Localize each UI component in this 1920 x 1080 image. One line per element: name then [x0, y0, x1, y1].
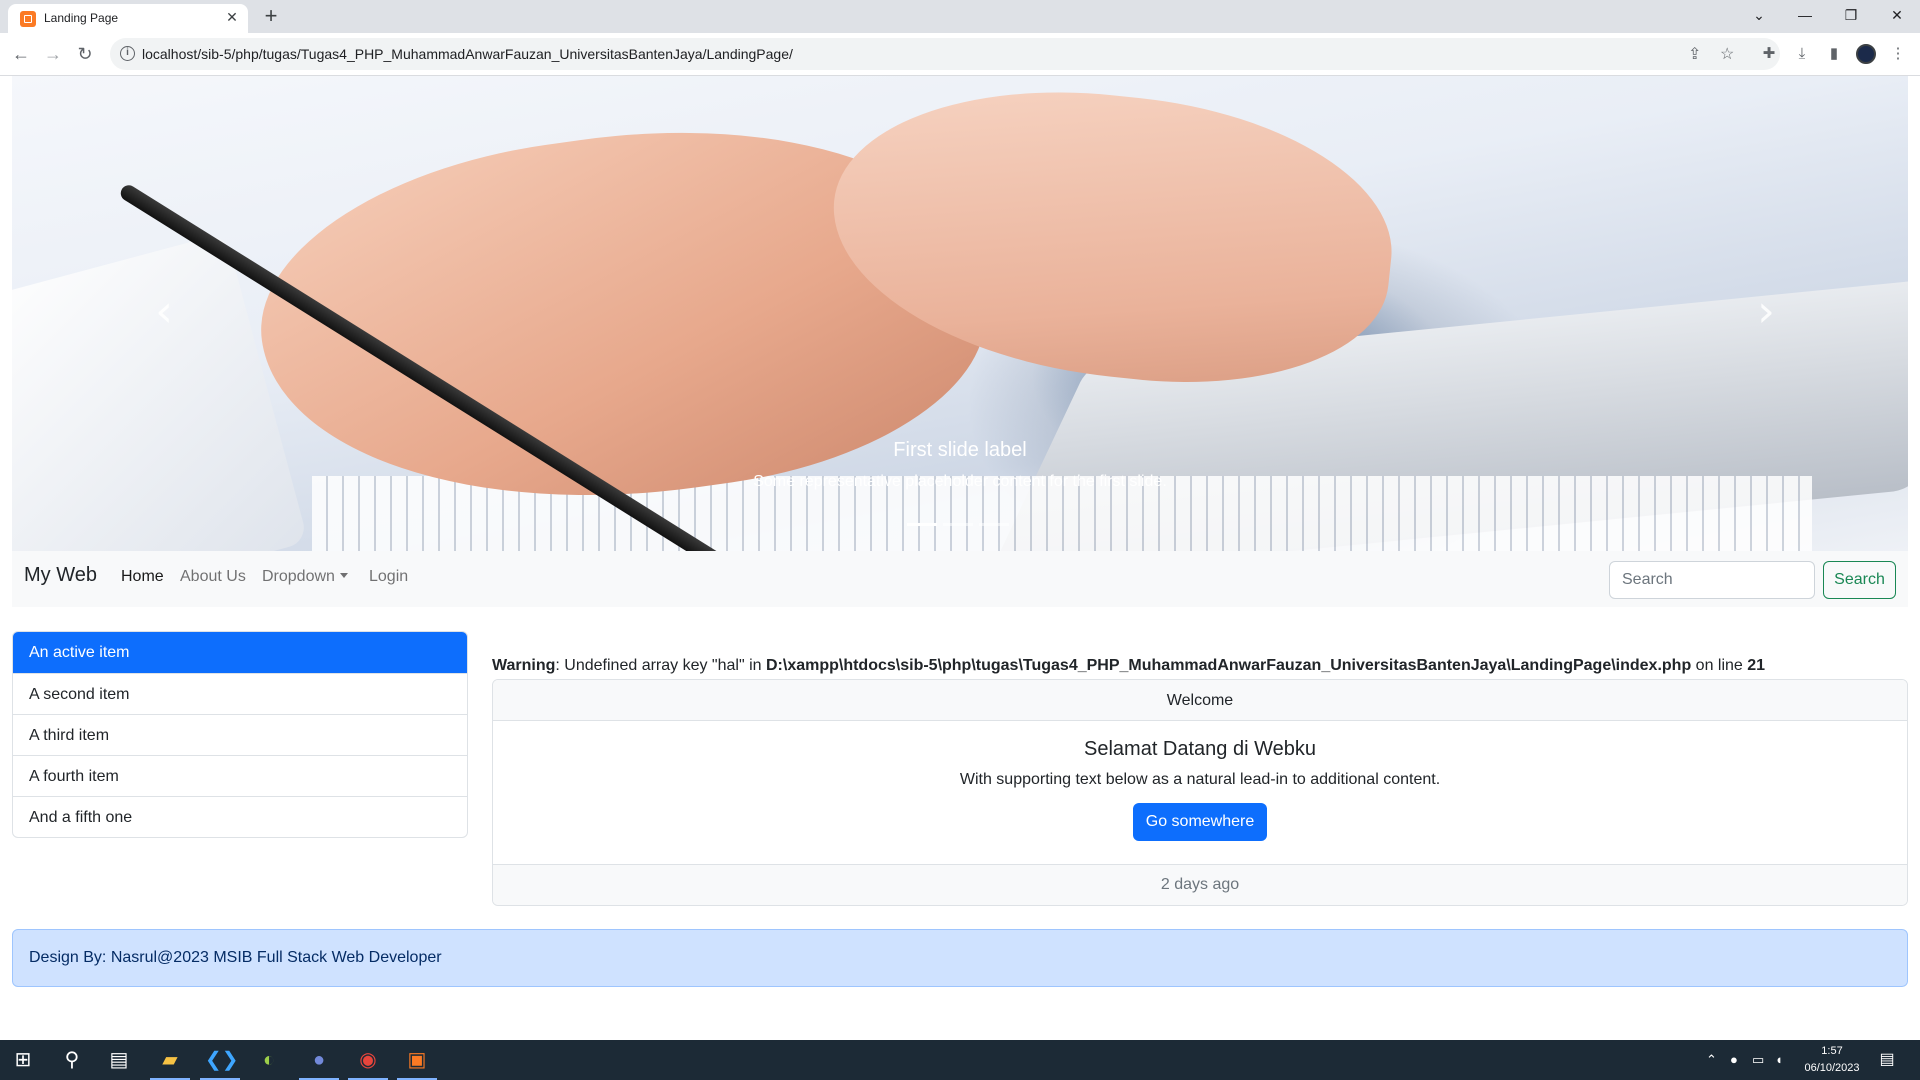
warning-line-number: 21	[1747, 657, 1766, 674]
volume-icon[interactable]: ◖	[1775, 1052, 1783, 1067]
nav-dropdown-toggle[interactable]: Dropdown	[262, 568, 348, 586]
card-header: Welcome	[493, 680, 1907, 721]
list-item[interactable]: A second item	[13, 673, 467, 714]
browser-toolbar: ← → ↻ i localhost/sib-5/php/tugas/Tugas4…	[0, 33, 1920, 76]
download-icon[interactable]: ⤓	[1791, 43, 1813, 65]
carousel-caption-text: Some representative placeholder content …	[753, 473, 1167, 490]
microphone-icon[interactable]: ●	[1730, 1052, 1738, 1067]
nav-link-about-us[interactable]: About Us	[180, 568, 246, 586]
url-text[interactable]: localhost/sib-5/php/tugas/Tugas4_PHP_Muh…	[142, 46, 793, 62]
system-clock[interactable]: 1:57 06/10/2023	[1800, 1043, 1864, 1077]
chrome-icon[interactable]: ◉	[353, 1046, 383, 1074]
restore-icon[interactable]: ❐	[1828, 0, 1874, 33]
hero-carousel: ‹ › First slide label Some representativ…	[12, 76, 1908, 551]
reload-icon[interactable]: ↻	[72, 41, 98, 67]
nav-link-home[interactable]: Home	[121, 568, 164, 586]
xampp-favicon-icon	[20, 11, 36, 27]
search-input[interactable]	[1609, 561, 1815, 599]
carousel-indicators	[907, 523, 1017, 526]
site-info-icon[interactable]: i	[120, 46, 135, 61]
address-bar[interactable]: i localhost/sib-5/php/tugas/Tugas4_PHP_M…	[110, 38, 1780, 70]
new-tab-button[interactable]: +	[258, 3, 284, 29]
forward-icon[interactable]: →	[40, 41, 66, 67]
carousel-indicator[interactable]	[943, 523, 973, 526]
carousel-prev-icon[interactable]: ‹	[144, 290, 184, 334]
notification-icon[interactable]: ▤	[1872, 1046, 1902, 1074]
card-title: Selamat Datang di Webku	[1084, 738, 1316, 760]
warning-file-path: D:\xampp\htdocs\sib-5\php\tugas\Tugas4_P…	[765, 657, 1692, 674]
tray-chevron-up-icon[interactable]: ⌃	[1706, 1052, 1717, 1068]
go-somewhere-button[interactable]: Go somewhere	[1132, 803, 1268, 841]
menu-kebab-icon[interactable]: ⋮	[1887, 43, 1909, 65]
warning-label: Warning	[492, 657, 556, 674]
xampp-icon[interactable]: ▣	[402, 1046, 432, 1074]
browser-tab[interactable]: Landing Page ✕	[8, 4, 248, 33]
bookmark-star-icon[interactable]: ☆	[1720, 44, 1734, 64]
card-text: With supporting text below as a natural …	[959, 771, 1441, 788]
card-footer: 2 days ago	[493, 864, 1907, 905]
windows-taskbar: ⊞ ⚲ ▤ ▰ ❮❯ ◐ ● ◉ ▣ ⌃ ● ▭ ◖ 1:57 06/10/20…	[0, 1040, 1920, 1080]
php-warning: Warning: Undefined array key "hal" in D:…	[492, 657, 1765, 675]
carousel-indicator[interactable]	[907, 523, 937, 526]
navbar-brand[interactable]: My Web	[24, 564, 97, 587]
warning-on-line: on line	[1691, 657, 1748, 674]
carousel-indicator[interactable]	[979, 523, 1009, 526]
site-navbar: My Web Home About Us Dropdown Login Sear…	[12, 551, 1908, 607]
warning-message: : Undefined array key "hal" in	[555, 657, 766, 674]
page-viewport: ‹ › First slide label Some representativ…	[0, 76, 1920, 1040]
welcome-card: Welcome Selamat Datang di Webku With sup…	[492, 679, 1908, 906]
share-icon[interactable]: ⇪	[1688, 44, 1701, 64]
footer-credit: Design By: Nasrul@2023 MSIB Full Stack W…	[12, 929, 1908, 987]
browser-tabstrip: Landing Page ✕ + ⌄ — ❐ ✕	[0, 0, 1920, 33]
back-icon[interactable]: ←	[8, 41, 34, 67]
carousel-caption-title: First slide label	[893, 439, 1027, 461]
tab-search-icon[interactable]: ⌄	[1736, 0, 1782, 33]
list-item[interactable]: A third item	[13, 714, 467, 755]
windows-start-icon[interactable]: ⊞	[8, 1046, 38, 1074]
taskbar-search-icon[interactable]: ⚲	[57, 1046, 87, 1074]
nav-dropdown-label: Dropdown	[262, 568, 335, 585]
list-item[interactable]: An active item	[13, 632, 467, 673]
carousel-next-icon[interactable]: ›	[1746, 290, 1786, 334]
caret-down-icon	[339, 573, 348, 578]
file-explorer-icon[interactable]: ▰	[155, 1046, 185, 1074]
side-panel-icon[interactable]: ▮	[1823, 43, 1845, 65]
minimize-icon[interactable]: —	[1782, 0, 1828, 33]
discord-icon[interactable]: ●	[304, 1046, 334, 1074]
task-view-icon[interactable]: ▤	[104, 1046, 134, 1074]
network-icon[interactable]: ▭	[1752, 1052, 1764, 1068]
app-icon[interactable]: ◐	[254, 1046, 284, 1074]
close-tab-icon[interactable]: ✕	[223, 8, 241, 26]
side-list-group: An active item A second item A third ite…	[12, 631, 468, 838]
close-window-icon[interactable]: ✕	[1874, 0, 1920, 33]
profile-avatar[interactable]	[1856, 44, 1876, 64]
tab-title: Landing Page	[44, 11, 119, 25]
search-button[interactable]: Search	[1823, 561, 1896, 599]
vscode-icon[interactable]: ❮❯	[205, 1046, 239, 1074]
clock-time: 1:57	[1821, 1045, 1843, 1057]
list-item[interactable]: And a fifth one	[13, 796, 467, 837]
list-item[interactable]: A fourth item	[13, 755, 467, 796]
clock-date: 06/10/2023	[1804, 1062, 1860, 1074]
extensions-icon[interactable]: ✚	[1758, 43, 1780, 65]
nav-link-login[interactable]: Login	[369, 568, 408, 586]
